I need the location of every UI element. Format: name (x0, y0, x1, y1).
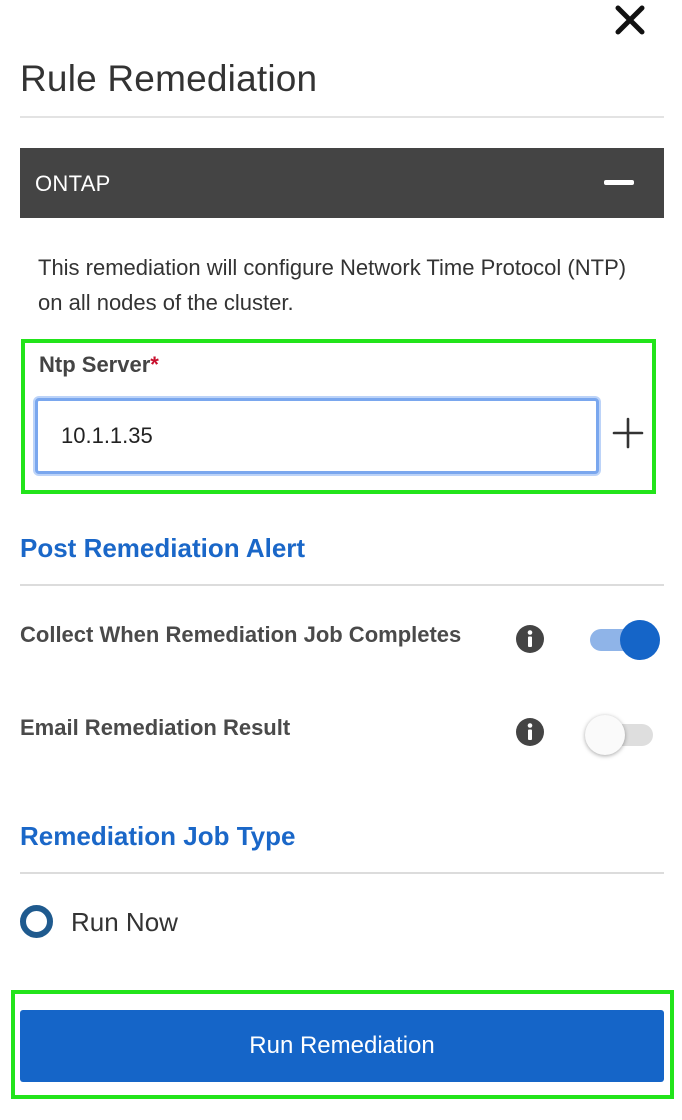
close-icon (615, 5, 645, 35)
ntp-server-label-text: Ntp Server (39, 352, 151, 377)
plus-icon (612, 417, 644, 449)
required-asterisk: * (150, 352, 159, 377)
title-divider (20, 116, 664, 118)
section-title: ONTAP (35, 171, 111, 196)
info-icon[interactable] (515, 717, 545, 747)
alert-divider (20, 584, 664, 586)
ontap-section-header[interactable]: ONTAP (20, 148, 664, 218)
post-remediation-alert-heading: Post Remediation Alert (20, 533, 306, 563)
toggle-knob (620, 620, 660, 660)
toggle-knob (585, 715, 625, 755)
add-ntp-server-button[interactable] (611, 416, 645, 450)
job-type-divider (20, 872, 664, 874)
collect-toggle[interactable] (590, 620, 660, 660)
email-option-label: Email Remediation Result (20, 715, 291, 740)
run-now-radio[interactable] (20, 905, 53, 938)
run-now-label: Run Now (71, 907, 178, 937)
section-description: This remediation will configure Network … (38, 255, 627, 315)
close-button[interactable] (612, 2, 648, 38)
email-toggle[interactable] (585, 715, 655, 755)
minus-icon[interactable] (604, 180, 634, 185)
ntp-server-label: Ntp Server* (39, 352, 159, 378)
job-type-heading: Remediation Job Type (20, 821, 296, 851)
info-icon[interactable] (515, 624, 545, 654)
run-remediation-button[interactable]: Run Remediation (20, 1010, 664, 1082)
collect-option-label: Collect When Remediation Job Completes (20, 622, 462, 647)
ntp-server-input[interactable] (35, 398, 599, 474)
dialog-title: Rule Remediation (20, 58, 318, 99)
